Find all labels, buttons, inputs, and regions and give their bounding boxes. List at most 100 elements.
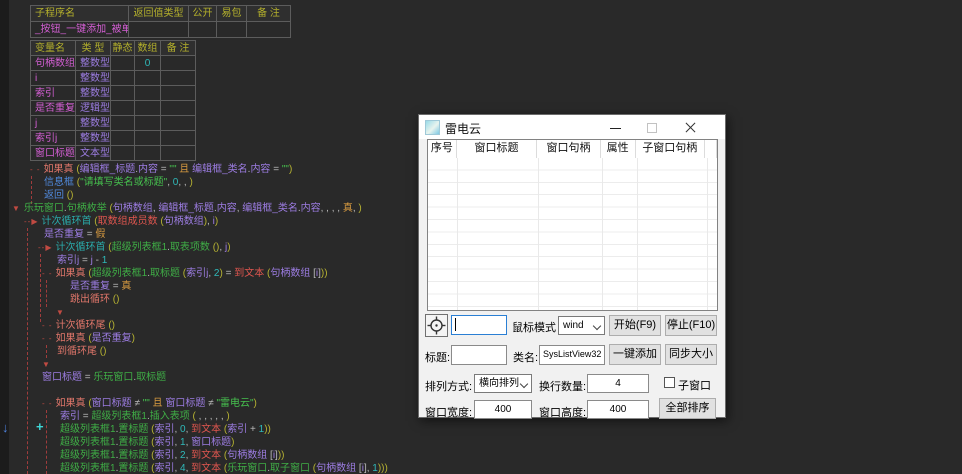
- table-cell[interactable]: [135, 71, 161, 86]
- table-cell[interactable]: [161, 131, 196, 146]
- table-cell[interactable]: [111, 116, 135, 131]
- child-window-checkbox[interactable]: [664, 377, 675, 388]
- table-cell[interactable]: [135, 86, 161, 101]
- flow-marker-icon: ▼: [42, 360, 51, 369]
- table-cell[interactable]: [135, 131, 161, 146]
- code-token: 到循环尾: [57, 346, 97, 357]
- code-token: ): [227, 242, 230, 253]
- table-cell[interactable]: [111, 86, 135, 101]
- grid-line: [637, 158, 638, 310]
- table-cell[interactable]: [111, 56, 135, 71]
- code-token: 索引: [227, 424, 247, 435]
- window-width-input[interactable]: 400: [474, 400, 532, 419]
- table-cell[interactable]: 索引: [31, 86, 76, 101]
- table-cell[interactable]: [135, 116, 161, 131]
- dialog-titlebar[interactable]: 雷电云: [419, 115, 725, 139]
- code-token: 超级列表框1: [60, 424, 116, 435]
- table-cell[interactable]: [247, 22, 291, 38]
- table-cell[interactable]: _按钮_一键添加_被单击: [31, 22, 129, 38]
- table-cell[interactable]: 整数型: [76, 131, 111, 146]
- table-cell[interactable]: 0: [135, 56, 161, 71]
- table-cell[interactable]: [111, 131, 135, 146]
- maximize-button[interactable]: [635, 115, 669, 139]
- chevron-down-icon: [593, 322, 601, 330]
- table-cell[interactable]: [135, 146, 161, 161]
- start-button[interactable]: 开始(F9): [609, 315, 661, 336]
- finder-input[interactable]: [451, 315, 507, 335]
- code-token: 计次循环尾: [56, 320, 106, 331]
- table-cell[interactable]: [161, 71, 196, 86]
- listview[interactable]: 序号窗口标题窗口句柄属性子窗口句柄: [427, 139, 718, 311]
- table-cell[interactable]: [161, 146, 196, 161]
- code-token: =: [82, 372, 93, 383]
- code-line[interactable]: 超级列表框1.置标题 (索引, 2, 到文本 (句柄数组 [i])): [0, 449, 962, 462]
- class-input[interactable]: SysListView32: [539, 345, 605, 365]
- table-cell[interactable]: [161, 101, 196, 116]
- column-header: 静态: [111, 41, 135, 56]
- code-line[interactable]: 超级列表框1.置标题 (索引, 0, 到文本 (索引 + 1)): [0, 423, 962, 436]
- listview-body[interactable]: [428, 158, 717, 310]
- down-arrow-icon[interactable]: ↓: [2, 420, 9, 435]
- table-cell[interactable]: 整数型: [76, 71, 111, 86]
- table-header-row: 变量名类 型静态数组备 注: [31, 41, 196, 56]
- table-cell[interactable]: [161, 56, 196, 71]
- table-cell[interactable]: [111, 101, 135, 116]
- listview-column-header[interactable]: 序号: [428, 140, 457, 158]
- code-token: 取标题: [150, 268, 180, 279]
- wrap-count-input[interactable]: 4: [587, 374, 649, 393]
- window-height-input[interactable]: 400: [587, 400, 649, 419]
- code-line[interactable]: 超级列表框1.置标题 (索引, 1, 窗口标题): [0, 436, 962, 449]
- stop-button[interactable]: 停止(F10): [665, 315, 717, 336]
- code-token: 内容: [138, 164, 158, 175]
- code-token: 插入表项: [150, 411, 190, 422]
- code-token: 超级列表框1: [60, 463, 116, 474]
- crosshair-icon: [426, 315, 447, 336]
- table-cell[interactable]: 句柄数组: [31, 56, 76, 71]
- column-header: 子程序名: [31, 6, 129, 22]
- listview-column-header[interactable]: 窗口句柄: [537, 140, 601, 158]
- code-token: , ,: [178, 177, 189, 188]
- table-cell[interactable]: [111, 71, 135, 86]
- code-token: 窗口标题: [191, 437, 231, 448]
- listview-column-header[interactable]: 窗口标题: [457, 140, 537, 158]
- plus-icon[interactable]: +: [36, 419, 44, 434]
- listview-column-header[interactable]: 属性: [601, 140, 636, 158]
- code-token: 计次循环首: [41, 216, 91, 227]
- table-cell[interactable]: 窗口标题: [31, 146, 76, 161]
- table-cell[interactable]: [111, 146, 135, 161]
- listview-column-header[interactable]: 子窗口句柄: [636, 140, 706, 158]
- mouse-mode-select[interactable]: wind: [558, 316, 605, 335]
- sort-all-button[interactable]: 全部排序: [659, 398, 716, 419]
- table-cell[interactable]: [189, 22, 217, 38]
- window-finder-button[interactable]: [425, 314, 448, 337]
- table-cell[interactable]: 索引j: [31, 131, 76, 146]
- table-cell[interactable]: i: [31, 71, 76, 86]
- sync-size-button[interactable]: 同步大小: [665, 344, 717, 365]
- table-cell[interactable]: 逻辑型: [76, 101, 111, 116]
- arrange-mode-select[interactable]: 横向排列: [474, 374, 532, 393]
- table-cell[interactable]: [217, 22, 247, 38]
- code-token: "": [169, 164, 176, 175]
- table-cell[interactable]: 整数型: [76, 116, 111, 131]
- table-cell[interactable]: j: [31, 116, 76, 131]
- table-cell[interactable]: 是否重复: [31, 101, 76, 116]
- code-line[interactable]: 超级列表框1.置标题 (索引, 4, 到文本 (乐玩窗口.取子窗口 (句柄数组 …: [0, 462, 962, 474]
- title-input[interactable]: [451, 345, 507, 365]
- table-cell[interactable]: 整数型: [76, 56, 111, 71]
- close-button[interactable]: [673, 115, 707, 139]
- table-cell[interactable]: 文本型: [76, 146, 111, 161]
- table-cell[interactable]: [129, 22, 189, 38]
- code-token: ): [132, 333, 135, 344]
- table-cell[interactable]: [161, 86, 196, 101]
- code-token: 且: [177, 164, 193, 175]
- code-token: 窗口标题: [92, 398, 132, 409]
- one-key-add-button[interactable]: 一键添加: [609, 344, 661, 365]
- minimize-button[interactable]: [599, 115, 633, 139]
- code-token: 句柄数组: [164, 216, 204, 227]
- table-cell[interactable]: [161, 116, 196, 131]
- flow-marker-icon: - -: [42, 321, 53, 330]
- table-cell[interactable]: [135, 101, 161, 116]
- code-token: 乐玩窗口: [24, 203, 64, 214]
- code-token: 索引: [154, 463, 174, 474]
- table-cell[interactable]: 整数型: [76, 86, 111, 101]
